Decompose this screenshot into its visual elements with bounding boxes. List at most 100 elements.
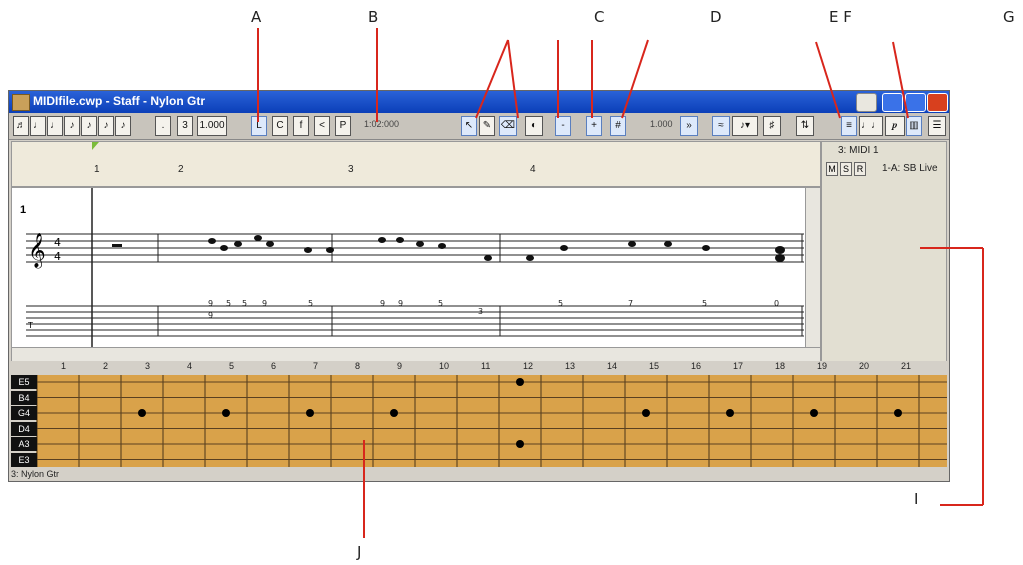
duration-eighth-button-3[interactable]: ♪ xyxy=(98,116,114,136)
svg-text:0: 0 xyxy=(774,299,779,308)
fret-number-3: 3 xyxy=(145,361,151,371)
window-title: MIDIfile.cwp - Staff - Nylon Gtr xyxy=(33,94,206,108)
svg-text:4: 4 xyxy=(54,250,61,263)
zoom-in-icon[interactable]: + xyxy=(586,116,602,136)
string-label-a3: A3 xyxy=(11,437,37,451)
tool-pedal-button[interactable]: P xyxy=(335,116,351,136)
status-track-label: 3: Nylon Gtr xyxy=(11,469,60,479)
scrub-tool-icon[interactable]: ◐ xyxy=(525,116,543,136)
callout-i: I xyxy=(914,490,919,508)
svg-text:9: 9 xyxy=(262,299,267,308)
staff-horizontal-scrollbar[interactable] xyxy=(11,347,821,362)
duration-quarter-button-2[interactable]: ♩ xyxy=(47,116,63,136)
staff-view-window: MIDIfile.cwp - Staff - Nylon Gtr ♬ ♩ ♩ ♪… xyxy=(8,90,950,482)
zoom-out-icon[interactable]: - xyxy=(555,116,571,136)
track-name: 3: MIDI 1 xyxy=(838,145,879,156)
fretboard-pane[interactable]: E5 B4 G4 D4 A3 E3 xyxy=(11,375,947,467)
svg-text:T: T xyxy=(27,321,33,330)
transpose-icon[interactable]: ⇅ xyxy=(796,116,814,136)
close-icon[interactable] xyxy=(927,93,948,112)
note-duration-dropdown[interactable]: ♪▾ xyxy=(732,116,758,136)
svg-text:5: 5 xyxy=(242,299,247,308)
track-pane[interactable]: 3: MIDI 1 M S R 1-A: SB Live xyxy=(821,141,947,362)
svg-text:7: 7 xyxy=(628,299,633,308)
app-icon xyxy=(12,94,30,111)
fret-marker-dot xyxy=(390,409,398,417)
title-bar[interactable]: MIDIfile.cwp - Staff - Nylon Gtr xyxy=(9,91,949,113)
fret-marker-dot xyxy=(894,409,902,417)
fret-number-14: 14 xyxy=(607,361,618,371)
svg-text:9: 9 xyxy=(208,299,213,308)
fret-marker-dot xyxy=(642,409,650,417)
fret-number-6: 6 xyxy=(271,361,277,371)
fret-number-11: 11 xyxy=(481,361,491,371)
tempo-field[interactable]: 1.000 xyxy=(197,116,227,136)
erase-tool-icon[interactable]: ⌫ xyxy=(499,116,517,136)
string-label-d4: D4 xyxy=(11,421,37,436)
fret-number-4: 4 xyxy=(187,361,193,371)
tool-c-button[interactable]: C xyxy=(272,116,288,136)
fretboard-toggle-icon[interactable]: ▥ xyxy=(906,116,922,136)
staff-vertical-scrollbar[interactable] xyxy=(805,187,821,349)
fret-number-row: 1 2 3 4 5 6 7 8 9 10 11 12 13 14 15 16 17 18 19 20 21 xyxy=(11,361,947,373)
mute-button[interactable]: M xyxy=(826,162,838,176)
expression-icon[interactable]: 𝆏 xyxy=(885,116,905,136)
svg-text:9: 9 xyxy=(208,311,213,320)
callout-j: J xyxy=(357,543,362,561)
track-pane-toggle-icon[interactable]: ☰ xyxy=(928,116,946,136)
record-button[interactable]: R xyxy=(854,162,866,176)
ruler-bar-2: 2 xyxy=(178,164,184,175)
callout-c: C xyxy=(594,8,605,26)
pitch-icon[interactable]: ♯ xyxy=(763,116,781,136)
fret-number-5: 5 xyxy=(229,361,235,371)
fret-marker-dot xyxy=(222,409,230,417)
fret-number-21: 21 xyxy=(901,361,912,371)
notation-canvas[interactable]: 𝄞 4 4 955 959 9 53 575 09 T xyxy=(12,188,806,348)
zoom-readout: 1.000 xyxy=(650,119,673,129)
svg-text:3: 3 xyxy=(478,307,483,316)
fret-number-9: 9 xyxy=(397,361,403,371)
chord-grid-icon[interactable]: ♩♩ xyxy=(859,116,883,136)
select-tool-icon[interactable]: ↖ xyxy=(461,116,477,136)
triplet-button[interactable]: 3 xyxy=(177,116,193,136)
ruler-bar-3: 3 xyxy=(348,164,354,175)
duration-sixteenth-button[interactable]: ♬ xyxy=(13,116,29,136)
fret-number-13: 13 xyxy=(565,361,576,371)
lyrics-icon[interactable]: ≡ xyxy=(841,116,857,136)
dotted-button[interactable]: . xyxy=(155,116,171,136)
string-label-e5: E5 xyxy=(11,375,37,389)
duration-eighth-button-4[interactable]: ♪ xyxy=(115,116,131,136)
svg-text:4: 4 xyxy=(54,236,61,249)
fill-durations-icon[interactable]: ≈ xyxy=(712,116,730,136)
snap-icon[interactable]: » xyxy=(680,116,698,136)
callout-g: G xyxy=(1003,8,1015,26)
duration-quarter-button[interactable]: ♩ xyxy=(30,116,46,136)
grid-icon[interactable]: # xyxy=(610,116,626,136)
minimize-icon[interactable] xyxy=(882,93,903,112)
time-ruler[interactable]: 1 2 3 4 xyxy=(11,141,821,187)
callout-b: B xyxy=(368,8,379,26)
svg-text:𝄞: 𝄞 xyxy=(28,233,46,269)
tool-f-button[interactable]: f xyxy=(293,116,309,136)
fret-number-1: 1 xyxy=(61,361,67,371)
callout-a: A xyxy=(251,8,262,26)
callout-d: D xyxy=(710,8,722,26)
draw-tool-icon[interactable]: ✎ xyxy=(479,116,495,136)
svg-text:5: 5 xyxy=(226,299,231,308)
fretboard-canvas[interactable] xyxy=(11,375,947,467)
tool-lt-button[interactable]: < xyxy=(314,116,330,136)
lock-icon[interactable] xyxy=(856,93,877,112)
duration-eighth-button-2[interactable]: ♪ xyxy=(81,116,97,136)
duration-eighth-button[interactable]: ♪ xyxy=(64,116,80,136)
fret-number-2: 2 xyxy=(103,361,109,371)
fret-marker-dot xyxy=(516,378,524,386)
maximize-icon[interactable] xyxy=(905,93,926,112)
string-label-e3: E3 xyxy=(11,452,37,467)
ruler-bar-1: 1 xyxy=(94,164,100,175)
staff-pane[interactable]: 1 𝄞 4 4 9 5 5 9 5 9 9 5 3 5 7 5 0 9 T xyxy=(11,187,807,349)
solo-button[interactable]: S xyxy=(840,162,852,176)
tool-l-button[interactable]: L xyxy=(251,116,267,136)
svg-text:5: 5 xyxy=(438,299,443,308)
now-marker-icon[interactable] xyxy=(92,142,99,150)
callout-ef: E F xyxy=(829,8,852,26)
